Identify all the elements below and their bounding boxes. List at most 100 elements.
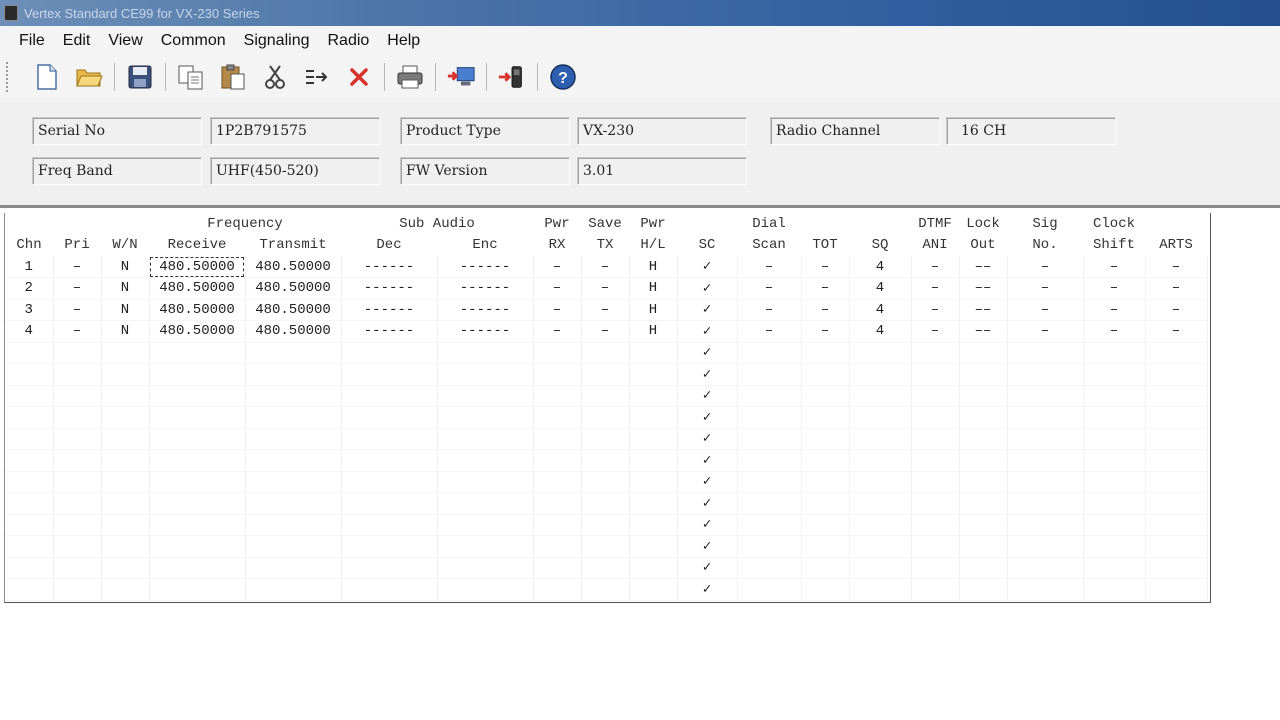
grid-cell[interactable]: – [533,320,582,343]
cut-icon[interactable] [260,62,290,92]
grid-cell[interactable]: – [737,277,802,300]
grid-cell[interactable] [101,471,150,493]
menu-edit[interactable]: Edit [54,32,100,50]
grid-cell[interactable]: – [1083,299,1146,321]
grid-cell[interactable] [801,514,850,536]
grid-cell[interactable] [737,428,802,450]
grid-cell[interactable] [101,363,150,386]
grid-cell[interactable] [437,449,534,472]
grid-cell[interactable] [959,385,1008,407]
grid-cell[interactable]: – [1083,256,1146,278]
grid-cell[interactable] [849,514,912,536]
grid-cell[interactable] [5,514,54,536]
grid-cell[interactable] [5,428,54,450]
grid-cell[interactable]: 480.50000 [149,256,246,278]
grid-cell[interactable] [5,557,54,579]
grid-cell[interactable] [533,492,582,515]
grid-cell[interactable]: – [1145,277,1208,300]
grid-cell[interactable]: – [533,277,582,300]
grid-cell[interactable] [341,471,438,493]
grid-cell[interactable]: ✓ [677,406,738,429]
grid-cell[interactable] [849,557,912,579]
grid-cell[interactable] [629,578,678,601]
grid-cell[interactable] [341,406,438,429]
grid-cell[interactable] [149,492,246,515]
grid-cell[interactable] [101,578,150,601]
grid-cell[interactable] [101,406,150,429]
grid-cell[interactable] [1007,471,1084,493]
grid-cell[interactable] [53,514,102,536]
grid-cell[interactable] [849,492,912,515]
grid-cell[interactable]: – [1007,299,1084,321]
menu-radio[interactable]: Radio [318,32,378,50]
grid-cell[interactable] [801,492,850,515]
grid-cell[interactable] [5,385,54,407]
grid-cell[interactable]: – [53,299,102,321]
grid-cell[interactable]: – [533,299,582,321]
grid-cell[interactable] [849,471,912,493]
grid-cell[interactable] [801,449,850,472]
grid-cell[interactable] [533,514,582,536]
grid-cell[interactable] [581,449,630,472]
grid-cell[interactable] [849,578,912,601]
grid-cell[interactable] [341,492,438,515]
grid-cell[interactable] [1083,535,1146,558]
grid-cell[interactable] [581,406,630,429]
grid-cell[interactable] [1007,406,1084,429]
table-row[interactable]: ✓ [5,578,1208,601]
save-icon[interactable] [125,62,155,92]
grid-cell[interactable]: 480.50000 [245,320,342,343]
grid-cell[interactable] [341,578,438,601]
grid-cell[interactable] [341,428,438,450]
grid-cell[interactable] [849,406,912,429]
grid-cell[interactable] [911,406,960,429]
grid-cell[interactable] [245,342,342,364]
insert-icon[interactable] [302,62,332,92]
grid-cell[interactable]: – [737,256,802,278]
grid-cell[interactable] [533,406,582,429]
grid-cell[interactable]: – [533,256,582,278]
menu-help[interactable]: Help [378,32,429,50]
grid-cell[interactable] [1007,535,1084,558]
grid-cell[interactable]: –– [959,256,1008,278]
grid-cell[interactable]: – [53,320,102,343]
grid-cell[interactable] [1083,385,1146,407]
grid-cell[interactable] [101,535,150,558]
grid-cell[interactable] [341,449,438,472]
grid-cell[interactable] [101,449,150,472]
grid-cell[interactable] [801,428,850,450]
grid-cell[interactable] [437,492,534,515]
grid-cell[interactable] [1007,385,1084,407]
grid-cell[interactable] [101,428,150,450]
menu-file[interactable]: File [10,32,54,50]
grid-cell[interactable]: 4 [5,320,54,343]
grid-cell[interactable]: ------ [437,256,534,278]
grid-cell[interactable] [911,514,960,536]
grid-cell[interactable] [959,492,1008,515]
grid-cell[interactable] [245,363,342,386]
grid-cell[interactable] [911,535,960,558]
menu-signaling[interactable]: Signaling [235,32,319,50]
grid-cell[interactable] [5,363,54,386]
channel-grid[interactable]: Frequency Sub Audio Pwr Save Pwr Dial DT… [4,213,1211,603]
grid-cell[interactable] [245,535,342,558]
grid-cell[interactable] [1145,471,1208,493]
grid-cell[interactable] [5,578,54,601]
grid-cell[interactable] [1145,514,1208,536]
grid-cell[interactable]: – [1083,277,1146,300]
grid-cell[interactable]: – [911,299,960,321]
grid-cell[interactable] [149,342,246,364]
grid-cell[interactable] [801,535,850,558]
grid-cell[interactable]: N [101,320,150,343]
grid-cell[interactable] [5,342,54,364]
paste-icon[interactable] [218,62,248,92]
grid-cell[interactable] [959,342,1008,364]
grid-cell[interactable]: – [1007,256,1084,278]
table-row[interactable]: 1– N 480.50000 480.50000 ------ ------ – – H ✓ – –4… [5,256,1208,278]
grid-cell[interactable] [1083,514,1146,536]
grid-cell[interactable] [1145,449,1208,472]
grid-cell[interactable]: ------ [437,320,534,343]
grid-cell[interactable] [437,557,534,579]
grid-cell[interactable] [533,428,582,450]
grid-cell[interactable] [1083,471,1146,493]
